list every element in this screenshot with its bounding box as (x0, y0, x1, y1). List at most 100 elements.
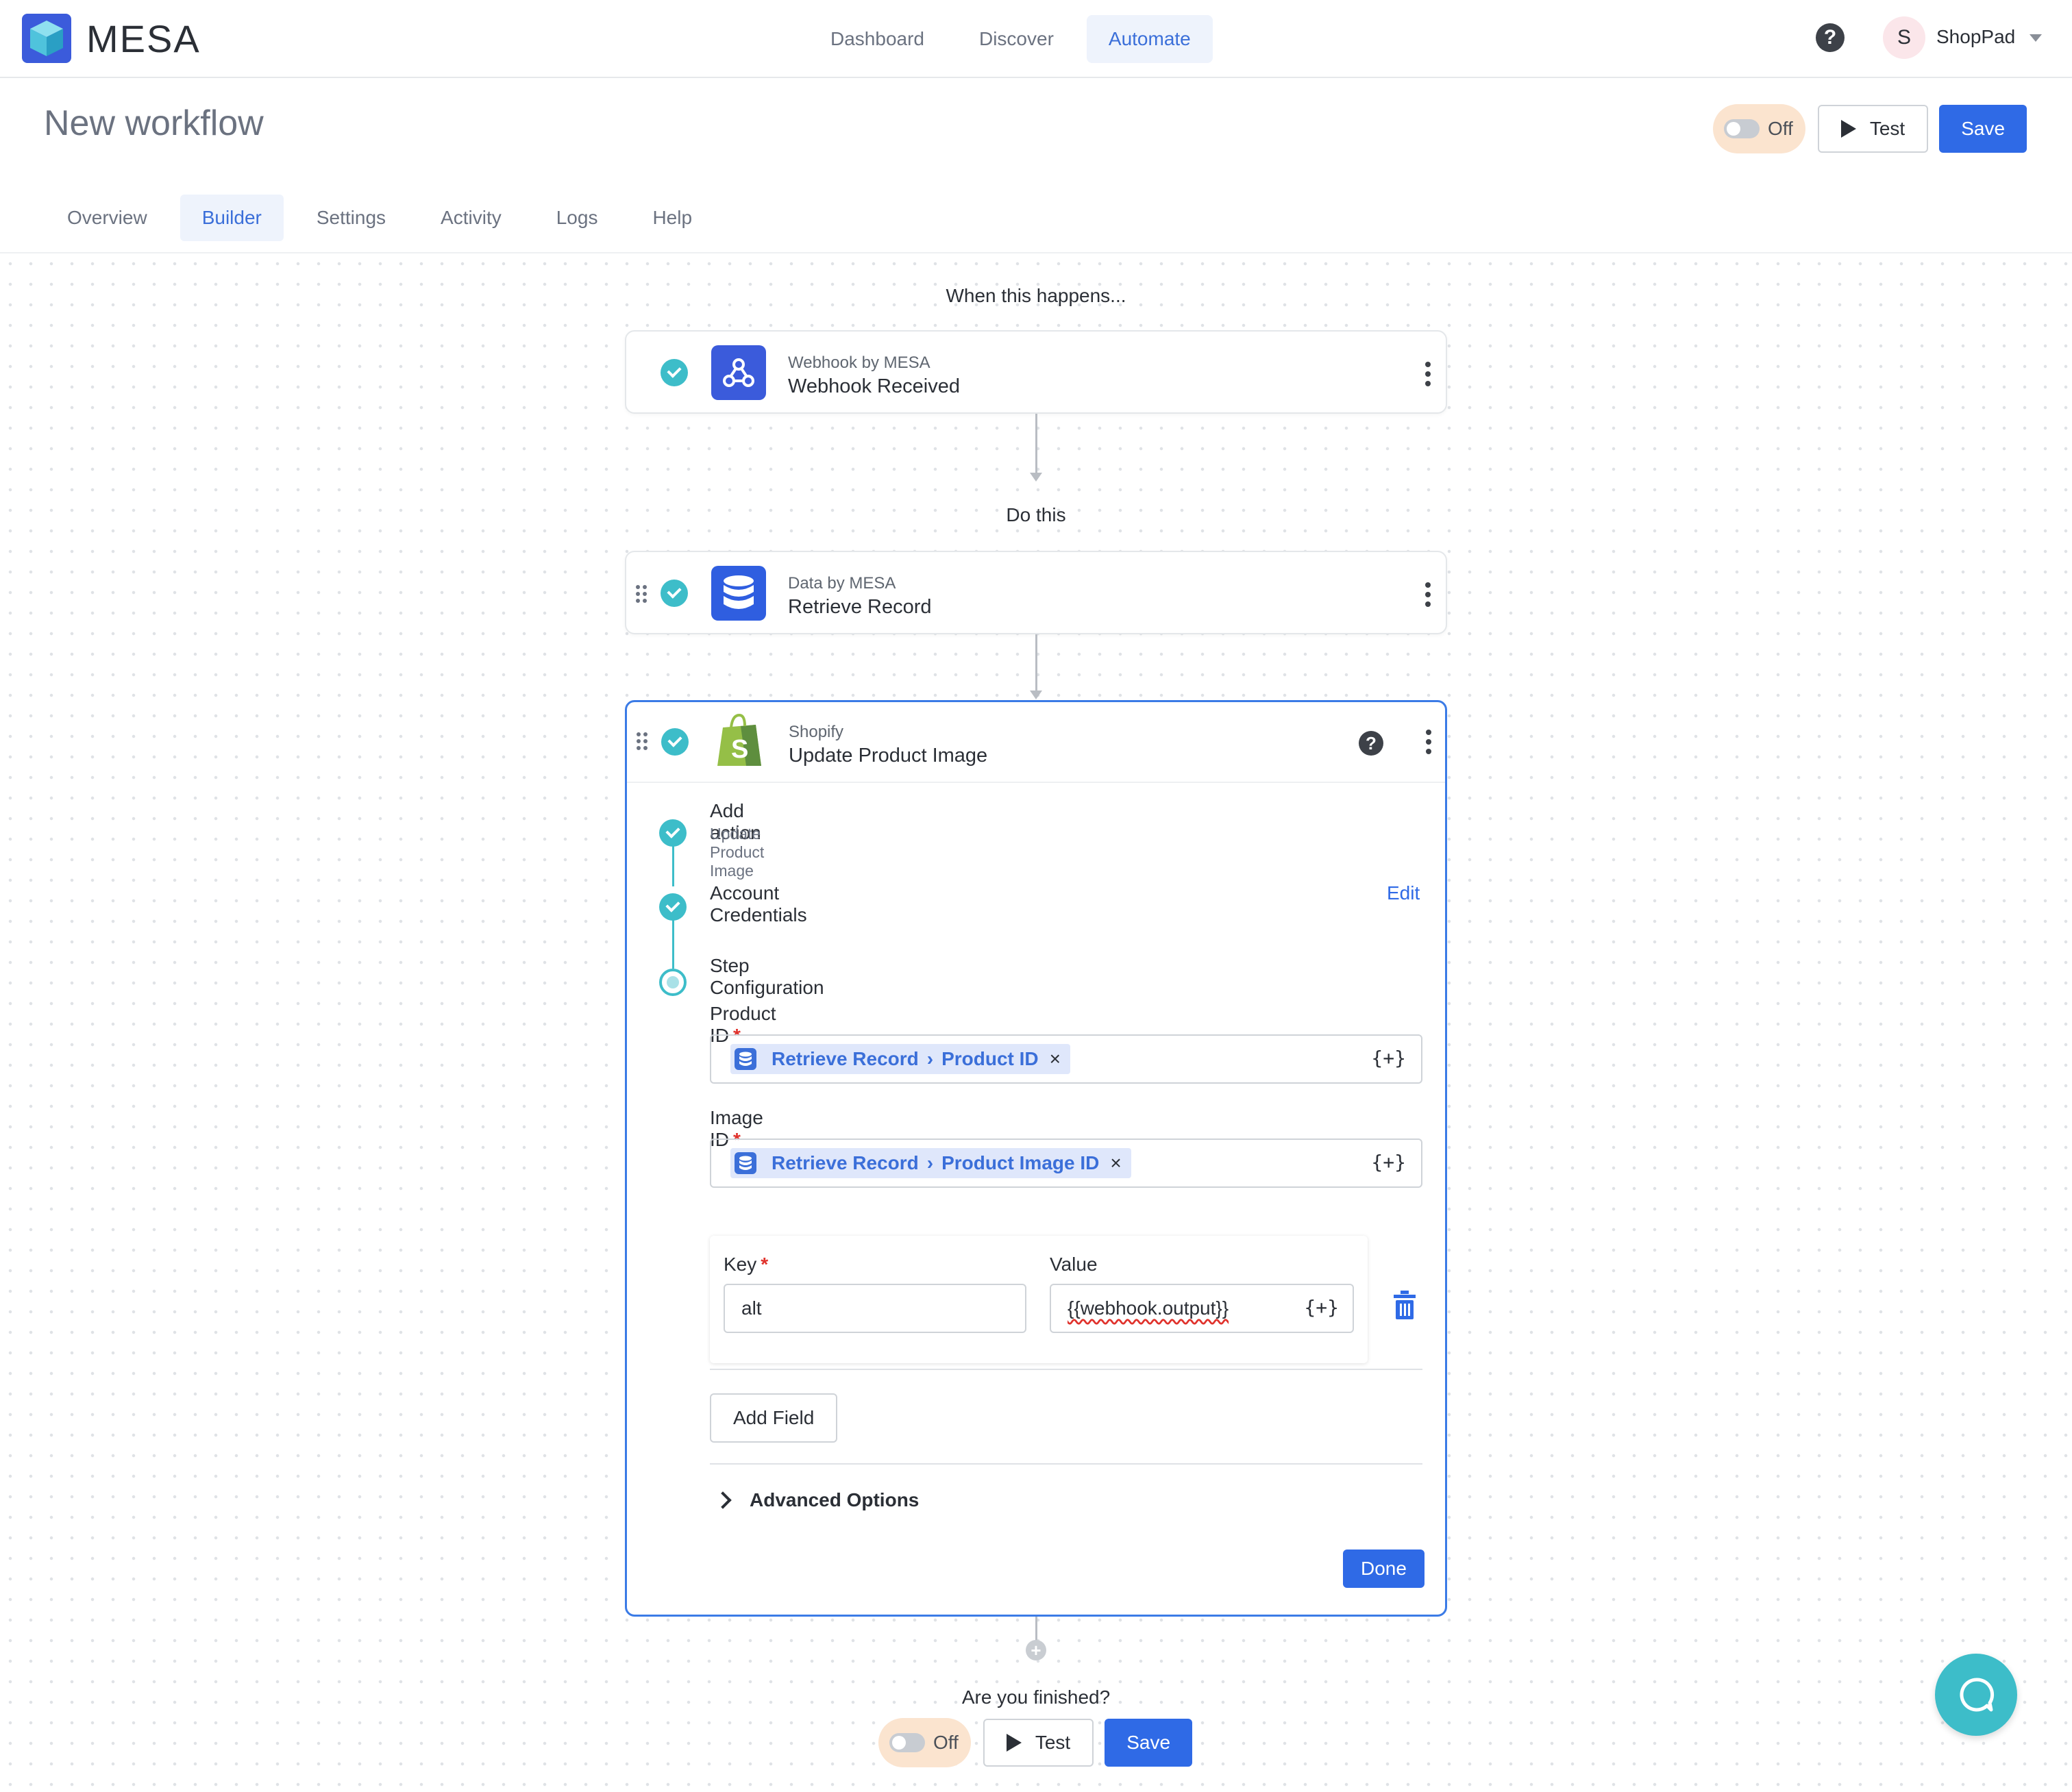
product-id-field[interactable]: Retrieve Record › Product ID × {+} (710, 1034, 1422, 1084)
check-circle-icon (661, 580, 688, 607)
step-card-header[interactable]: S Shopify Update Product Image ? (627, 702, 1445, 783)
nav-discover[interactable]: Discover (957, 15, 1076, 63)
mesa-cube-icon (22, 14, 71, 63)
value-input[interactable]: {{webhook.output}} {+} (1050, 1284, 1354, 1333)
key-value-row: Key * Value alt {{webhook.output}} {+} (710, 1236, 1368, 1363)
database-icon (711, 566, 766, 621)
insert-variable-button[interactable]: {+} (1304, 1296, 1339, 1319)
main-nav: Dashboard Discover Automate (809, 15, 1224, 63)
finish-caption: Are you finished? (961, 1687, 1111, 1708)
app-name: Shopify (789, 723, 844, 741)
shopify-bag-icon: S (712, 713, 767, 768)
question-circle-icon[interactable]: ? (1359, 731, 1383, 756)
toggle-label: Off (1768, 118, 1793, 139)
current-step-icon (659, 969, 687, 996)
insert-variable-button[interactable]: {+} (1371, 1151, 1406, 1173)
account-name[interactable]: ShopPad (1936, 26, 2015, 48)
chevron-right-icon: › (926, 1152, 934, 1173)
step-name: Update Product Image (789, 745, 988, 767)
stepper-add-action-subtitle: Update Product Image (710, 825, 765, 880)
tab-help[interactable]: Help (630, 195, 714, 241)
page-title: New workflow (44, 103, 264, 143)
chip-source: Retrieve Record (772, 1152, 919, 1173)
test-button[interactable]: Test (1817, 105, 1929, 153)
tab-builder[interactable]: Builder (180, 195, 284, 241)
test-button[interactable]: Test (983, 1719, 1094, 1767)
app-name: Data by MESA (788, 574, 896, 593)
nav-automate[interactable]: Automate (1086, 15, 1213, 63)
avatar[interactable]: S (1883, 16, 1925, 59)
webhook-icon (711, 345, 766, 400)
toggle-switch (1724, 119, 1760, 138)
close-icon[interactable]: × (1050, 1048, 1061, 1070)
stepper-line (672, 845, 674, 886)
variable-chip[interactable]: Retrieve Record › Product ID × (730, 1044, 1071, 1074)
save-button[interactable]: Save (1105, 1719, 1193, 1767)
edit-credentials-link[interactable]: Edit (1387, 882, 1420, 904)
check-circle-icon (661, 359, 688, 386)
insert-variable-button[interactable]: {+} (1371, 1047, 1406, 1069)
trigger-step-card[interactable]: Webhook by MESA Webhook Received (625, 330, 1447, 414)
brand-name: MESA (86, 16, 201, 60)
drag-handle-icon[interactable] (637, 732, 649, 751)
value-text: {{webhook.output}} (1068, 1297, 1229, 1319)
chip-field: Product Image ID (941, 1152, 1100, 1173)
stepper-config-title: Step Configuration (710, 955, 824, 998)
drag-handle-icon[interactable] (636, 585, 648, 604)
workflow-enable-toggle[interactable]: Off (1713, 104, 1805, 153)
database-icon (735, 1048, 756, 1070)
tab-overview[interactable]: Overview (45, 195, 169, 241)
key-label: Key * (724, 1254, 769, 1275)
tab-logs[interactable]: Logs (534, 195, 620, 241)
connector-line (1035, 634, 1037, 692)
mesa-logo[interactable]: MESA (22, 14, 201, 63)
save-button[interactable]: Save (1939, 105, 2027, 153)
key-input[interactable]: alt (724, 1284, 1026, 1333)
connector-line (1035, 414, 1037, 474)
nav-dashboard[interactable]: Dashboard (809, 15, 946, 63)
question-circle-icon[interactable]: ? (1816, 23, 1845, 52)
arrow-down-icon (1030, 690, 1042, 699)
more-vertical-icon[interactable] (1426, 730, 1431, 754)
app-name: Webhook by MESA (788, 353, 930, 372)
tab-settings[interactable]: Settings (295, 195, 408, 241)
add-step-plus-icon[interactable]: + (1026, 1640, 1046, 1660)
connector-line (1035, 1617, 1037, 1641)
chip-source: Retrieve Record (772, 1048, 919, 1069)
chevron-down-icon[interactable] (2030, 34, 2042, 42)
close-icon[interactable]: × (1110, 1152, 1121, 1174)
top-bar: MESA Dashboard Discover Automate ? S Sho… (0, 0, 2072, 78)
database-icon (735, 1152, 756, 1174)
step-name: Webhook Received (788, 375, 960, 397)
chat-bubble-icon (1960, 1678, 1995, 1712)
add-field-button[interactable]: Add Field (710, 1393, 838, 1443)
more-vertical-icon[interactable] (1425, 582, 1431, 607)
done-button[interactable]: Done (1343, 1550, 1424, 1588)
play-icon (1006, 1734, 1022, 1752)
variable-chip[interactable]: Retrieve Record › Product Image ID × (730, 1148, 1131, 1178)
trigger-caption: When this happens... (946, 285, 1126, 306)
stepper-line (672, 919, 674, 969)
workflow-tabs: Overview Builder Settings Activity Logs … (45, 195, 725, 241)
chip-field: Product ID (941, 1048, 1039, 1069)
chevron-right-icon: › (926, 1048, 934, 1069)
value-label: Value (1050, 1254, 1098, 1275)
divider (710, 1463, 1422, 1465)
arrow-down-icon (1030, 473, 1042, 482)
chat-support-button[interactable] (1935, 1654, 2017, 1736)
test-label: Test (1869, 118, 1906, 139)
more-vertical-icon[interactable] (1425, 362, 1431, 386)
image-id-field[interactable]: Retrieve Record › Product Image ID × {+} (710, 1138, 1422, 1188)
action-step-card-retrieve-record[interactable]: Data by MESA Retrieve Record (625, 551, 1447, 634)
toggle-label: Off (933, 1732, 959, 1753)
workflow-enable-toggle[interactable]: Off (878, 1718, 971, 1767)
trash-icon[interactable] (1394, 1291, 1416, 1319)
divider (710, 1369, 1422, 1370)
svg-text:S: S (731, 735, 748, 764)
tab-activity[interactable]: Activity (419, 195, 523, 241)
chevron-right-icon (714, 1491, 732, 1509)
test-label: Test (1035, 1732, 1071, 1753)
header-actions: Off Test Save (1713, 104, 2027, 153)
advanced-options-toggle[interactable]: Advanced Options (714, 1489, 919, 1511)
check-circle-icon (659, 893, 687, 921)
